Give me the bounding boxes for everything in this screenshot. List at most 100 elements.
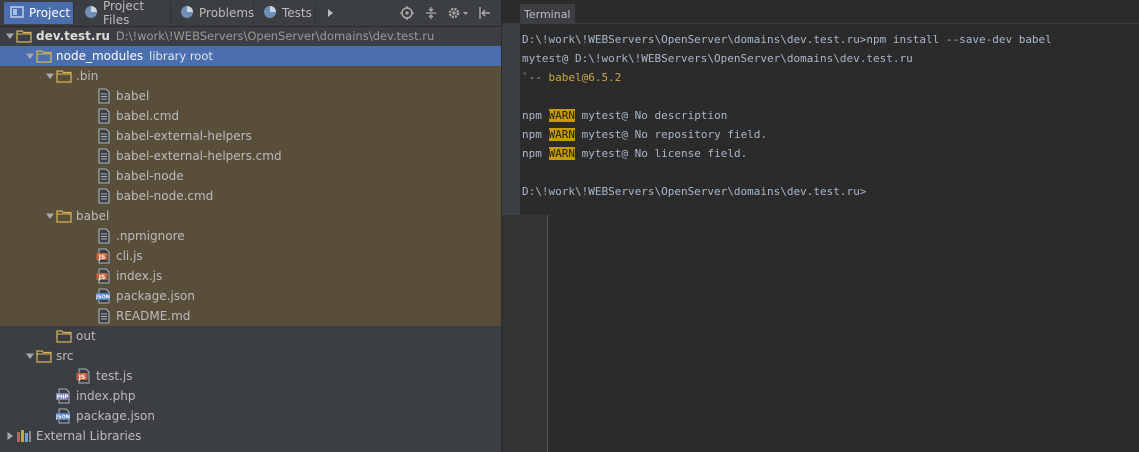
tree-node[interactable]: babel (0, 206, 545, 226)
tree-node-label: babel-external-helpers (116, 129, 252, 143)
warn-badge: WARN (548, 128, 575, 141)
tree-node[interactable]: PHP index.php (0, 386, 545, 406)
tab-label: Project Files (103, 0, 145, 27)
tree-node-label: package.json (76, 409, 156, 423)
tree-node[interactable]: External Libraries (0, 426, 505, 446)
tab-project[interactable]: Project (4, 2, 74, 24)
tree-node[interactable]: .bin (0, 66, 545, 86)
tree-node-hint: library root (149, 49, 213, 63)
collapse-icon (426, 7, 436, 19)
tree-arrow-spacer (84, 286, 96, 306)
tree-node[interactable]: babel (0, 86, 585, 106)
file-icon (96, 128, 112, 144)
tree-arrow-spacer (64, 366, 76, 386)
tree-node[interactable]: out (0, 326, 545, 346)
terminal-side-strip (502, 24, 520, 215)
tree-node[interactable]: babel-node (0, 166, 585, 186)
tree-node[interactable]: README.md (0, 306, 585, 326)
tree-node-label: babel (116, 89, 150, 103)
terminal-line: D:\!work\!WEBServers\OpenServer\domains\… (522, 182, 1132, 201)
warn-badge: WARN (548, 147, 575, 160)
tree-arrow-spacer (84, 106, 96, 126)
tool-window-tabbar: Project Project Files Problems Tests (0, 0, 501, 27)
problems-icon (180, 5, 194, 22)
svg-text:JSON: JSON (56, 415, 70, 421)
svg-text:JS: JS (98, 254, 106, 261)
tree-node[interactable]: node_modules library root (0, 46, 525, 66)
terminal-text: npm (522, 109, 549, 122)
file-icon (96, 168, 112, 184)
ide-window: Project Project Files Problems Tests dev… (0, 0, 1139, 452)
tree-node-label: package.json (116, 289, 196, 303)
tab-project-files[interactable]: Project Files (78, 0, 171, 27)
tree-node[interactable]: .npmignore (0, 226, 585, 246)
expand-arrow-down-icon[interactable] (24, 46, 36, 66)
json-file-icon: JSON (96, 288, 112, 304)
settings-button[interactable] (445, 3, 471, 23)
tree-node-label: node_modules (56, 49, 144, 63)
javascript-file-icon: JS (96, 268, 112, 284)
terminal-text: D:\!work\!WEBServers\OpenServer\domains\… (522, 185, 867, 198)
project-files-icon (84, 5, 98, 22)
tree-node[interactable]: babel-external-helpers (0, 126, 585, 146)
tree-node[interactable]: src (0, 346, 525, 366)
tool-window-actions (397, 2, 501, 24)
tree-node[interactable]: babel.cmd (0, 106, 585, 126)
tree-node[interactable]: JS cli.js (0, 246, 585, 266)
terminal-text: D:\!work\!WEBServers\OpenServer\domains\… (522, 33, 1052, 46)
expand-arrow-down-icon[interactable] (44, 206, 56, 226)
terminal-tab[interactable]: Terminal (520, 4, 575, 24)
tree-node[interactable]: JS test.js (0, 366, 565, 386)
svg-text:JS: JS (78, 374, 86, 381)
tree-node-label: External Libraries (36, 429, 142, 443)
javascript-file-icon: JS (96, 248, 112, 264)
hide-panel-button[interactable] (475, 3, 495, 23)
project-icon (10, 5, 24, 22)
tab-label: Problems (199, 6, 255, 20)
expand-arrow-right-icon[interactable] (4, 426, 16, 446)
folder-icon (16, 28, 32, 44)
terminal-text: babel@6.5.2 (548, 71, 622, 84)
tree-node[interactable]: JSON package.json (0, 286, 585, 306)
expand-arrow-down-icon[interactable] (44, 66, 56, 86)
libraries-icon (16, 428, 32, 444)
tree-node[interactable]: babel-node.cmd (0, 186, 585, 206)
hide-icon (479, 7, 490, 19)
collapse-all-button[interactable] (421, 3, 441, 23)
tree-node-label: babel-node (116, 169, 184, 183)
file-icon (96, 88, 112, 104)
terminal-output[interactable]: D:\!work\!WEBServers\OpenServer\domains\… (522, 30, 1132, 201)
tree-node-label: babel-external-helpers.cmd (116, 149, 282, 163)
terminal-line: npm WARN mytest@ No repository field. (522, 125, 1132, 144)
terminal-line: npm WARN mytest@ No license field. (522, 144, 1132, 163)
tree-node-label: babel (76, 209, 110, 223)
tree-arrow-spacer (84, 226, 96, 246)
tree-node[interactable]: JSON package.json (0, 406, 545, 426)
folder-icon (56, 328, 72, 344)
file-icon (96, 148, 112, 164)
expand-arrow-down-icon[interactable] (4, 26, 16, 46)
terminal-panel: Terminal D:\!work\!WEBServers\OpenServer… (502, 0, 1139, 215)
tree-node[interactable]: JS index.js (0, 266, 585, 286)
tree-arrow-spacer (84, 306, 96, 326)
tree-node-label: README.md (116, 309, 191, 323)
gear-icon (448, 7, 468, 19)
tree-node-label: src (56, 349, 74, 363)
tab-problems[interactable]: Problems (174, 2, 254, 24)
terminal-line: `-- babel@6.5.2 (522, 68, 1132, 87)
file-icon (96, 228, 112, 244)
javascript-file-icon: JS (76, 368, 92, 384)
tree-node[interactable]: dev.test.ru D:\!work\!WEBServers\OpenServ… (0, 26, 505, 46)
tab-tests[interactable]: Tests (257, 2, 316, 24)
tree-node-hint: D:\!work\!WEBServers\OpenServer\domains\… (115, 29, 435, 43)
terminal-line: D:\!work\!WEBServers\OpenServer\domains\… (522, 30, 1132, 49)
tree-node[interactable]: babel-external-helpers.cmd (0, 146, 585, 166)
terminal-text: npm (522, 128, 549, 141)
tree-node-label: babel.cmd (116, 109, 180, 123)
more-tabs-button[interactable] (320, 3, 340, 23)
scroll-from-source-button[interactable] (397, 3, 417, 23)
expand-arrow-down-icon[interactable] (24, 346, 36, 366)
terminal-header: Terminal (502, 0, 1139, 24)
tree-node-label: babel-node.cmd (116, 189, 214, 203)
